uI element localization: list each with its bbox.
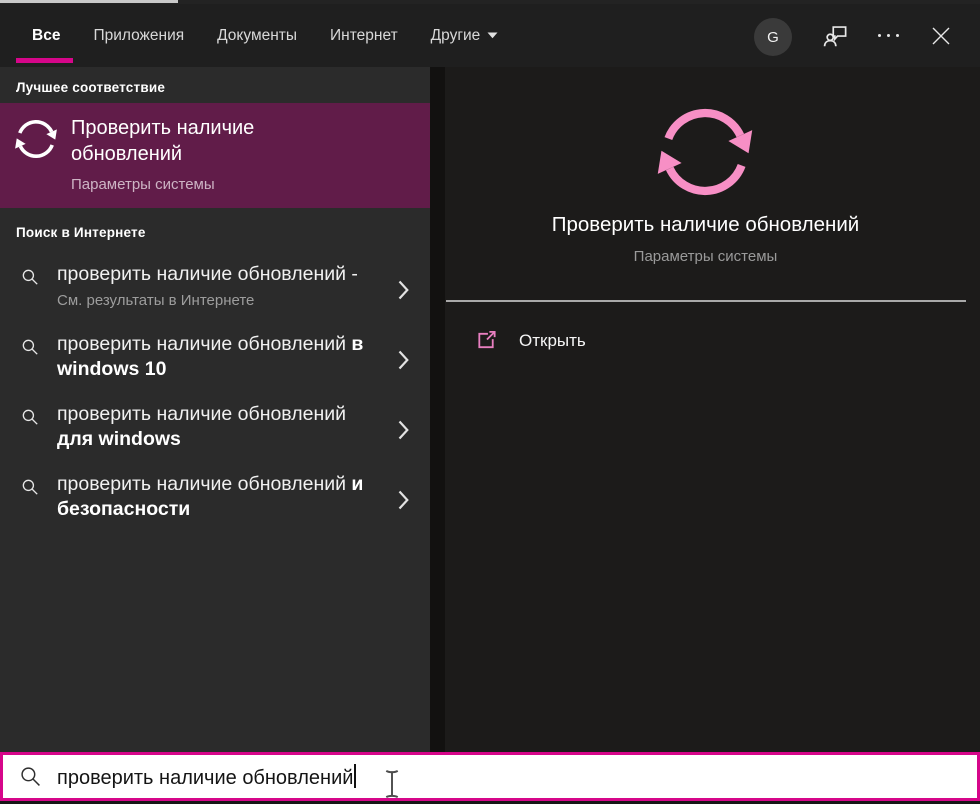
open-action-label: Открыть [519, 331, 586, 351]
best-match-title: Проверить наличие обновлений [71, 115, 301, 167]
web-suggestion-row[interactable]: проверить наличие обновлений - См. резул… [0, 255, 430, 325]
chevron-down-icon [487, 32, 498, 39]
web-suggestion-list: проверить наличие обновлений - См. резул… [0, 255, 430, 535]
active-tab-underline [16, 58, 73, 63]
web-suggestion-row[interactable]: проверить наличие обновлений и безопасно… [0, 465, 430, 535]
windows-search-flyout: Все Приложения Документы Интернет Другие… [0, 0, 980, 804]
ellipsis-icon [878, 34, 899, 37]
close-button[interactable] [926, 4, 956, 67]
tab-documents-label: Документы [217, 27, 297, 45]
filter-tabs: Все Приложения Документы Интернет Другие [32, 4, 498, 67]
tab-all-label: Все [32, 27, 60, 45]
search-icon [21, 478, 39, 496]
best-match-header: Лучшее соответствие [16, 80, 165, 95]
search-icon [21, 408, 39, 426]
suggestion-text: проверить наличие обновлений и безопасно… [57, 472, 369, 522]
tab-more[interactable]: Другие [431, 27, 499, 45]
tab-apps-label: Приложения [93, 27, 184, 45]
chevron-right-icon[interactable] [398, 350, 409, 370]
tab-all[interactable]: Все [32, 27, 60, 45]
suggestion-text: проверить наличие обновлений для windows [57, 402, 369, 452]
web-search-header: Поиск в Интернете [16, 225, 146, 240]
suggestion-text: проверить наличие обновлений в windows 1… [57, 332, 369, 382]
suggestion-text: проверить наличие обновлений - См. резул… [57, 262, 369, 311]
ibeam-mouse-cursor [384, 768, 400, 800]
web-suggestion-row[interactable]: проверить наличие обновлений в windows 1… [0, 325, 430, 395]
search-filter-bar: Все Приложения Документы Интернет Другие… [0, 4, 980, 67]
more-options-button[interactable] [868, 4, 908, 67]
chevron-right-icon[interactable] [398, 490, 409, 510]
avatar-letter: G [767, 29, 779, 46]
open-external-icon [475, 329, 498, 352]
close-icon [932, 27, 950, 45]
sync-icon [13, 116, 59, 162]
background-window-edge [0, 0, 178, 3]
panel-divider-gutter [430, 67, 445, 752]
best-match-result[interactable]: Проверить наличие обновлений Параметры с… [0, 103, 430, 208]
preview-divider [446, 300, 966, 302]
search-input-value: проверить наличие обновлений [57, 764, 356, 790]
tab-more-label: Другие [431, 27, 481, 45]
chevron-right-icon[interactable] [398, 280, 409, 300]
tab-web-label: Интернет [330, 27, 398, 45]
person-feedback-icon [822, 22, 849, 49]
chevron-right-icon[interactable] [398, 420, 409, 440]
account-avatar-button[interactable]: G [754, 18, 792, 56]
tab-web[interactable]: Интернет [330, 27, 398, 45]
sync-icon [653, 100, 757, 204]
text-caret [354, 764, 356, 788]
search-icon [20, 766, 41, 787]
tab-documents[interactable]: Документы [217, 27, 297, 45]
feedback-button[interactable] [818, 4, 852, 67]
open-action[interactable]: Открыть [445, 319, 980, 363]
search-input[interactable]: проверить наличие обновлений [0, 752, 980, 801]
search-icon [21, 268, 39, 286]
tab-apps[interactable]: Приложения [93, 27, 184, 45]
best-match-subtitle: Параметры системы [71, 176, 215, 193]
results-panel: Лучшее соответствие Проверить наличие об… [0, 67, 430, 752]
search-icon [21, 338, 39, 356]
web-suggestion-row[interactable]: проверить наличие обновлений для windows [0, 395, 430, 465]
preview-subtitle: Параметры системы [445, 248, 966, 265]
preview-panel: Проверить наличие обновлений Параметры с… [445, 67, 980, 752]
preview-title: Проверить наличие обновлений [445, 213, 966, 237]
suggestion-secondary: См. результаты в Интернете [57, 290, 369, 311]
